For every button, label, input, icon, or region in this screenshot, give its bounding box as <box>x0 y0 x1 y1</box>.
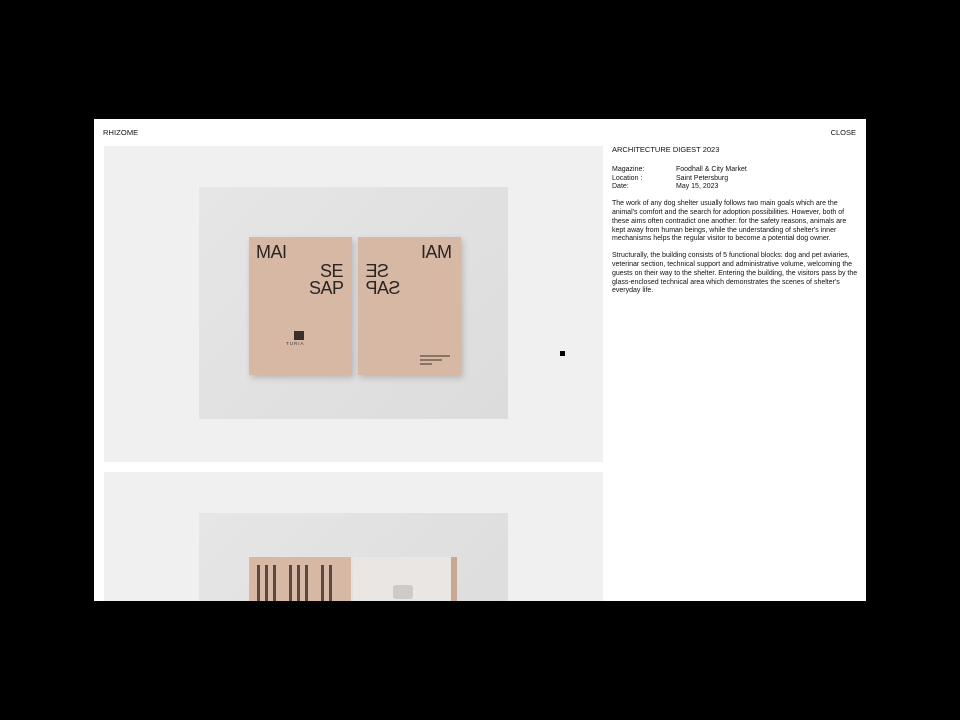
article-paragraph: Structurally, the building consists of 5… <box>612 252 858 295</box>
meta-key: Date: <box>612 183 629 191</box>
cover-text-mirrored: SAP <box>366 278 401 298</box>
modal-window: RHIZOME CLOSE MAI SE SAP TURIA IAM SE SA… <box>94 119 866 601</box>
cover-text: MAI <box>256 242 287 262</box>
article-info: ARCHITECTURE DIGEST 2023 Magazine: Foodh… <box>612 145 858 296</box>
photo-backdrop <box>199 513 508 601</box>
meta-value: Saint Petersburg <box>676 174 729 182</box>
spread-page-edge <box>451 557 457 601</box>
meta-row: Magazine: Foodhall & City Market <box>612 166 858 175</box>
gallery-image-covers[interactable]: MAI SE SAP TURIA IAM SE SAP <box>104 146 603 462</box>
page-text-lines <box>329 565 332 601</box>
cursor-marker-icon <box>560 351 565 356</box>
publisher-logo-text: TURIA <box>286 341 305 346</box>
cover-fine-print <box>420 355 450 357</box>
open-magazine-spread <box>249 557 457 601</box>
brand-logo[interactable]: RHIZOME <box>103 128 138 137</box>
page-text-lines <box>305 565 308 601</box>
page-text-lines <box>273 565 276 601</box>
page-text-lines <box>257 565 260 601</box>
page-text-lines <box>297 565 300 601</box>
meta-row: Location : Saint Petersburg <box>612 175 858 184</box>
meta-key: Magazine: <box>612 165 645 173</box>
cover-fine-print <box>420 363 432 365</box>
gallery-image-spread[interactable] <box>104 472 603 601</box>
spread-right-page <box>353 557 451 601</box>
article-title: ARCHITECTURE DIGEST 2023 <box>612 145 720 154</box>
publisher-logo-icon <box>294 331 304 340</box>
spread-left-page <box>249 557 351 601</box>
cover-text: SAP <box>309 278 344 298</box>
meta-key: Location : <box>612 174 643 182</box>
page-illustration <box>393 585 413 599</box>
page-text-lines <box>265 565 268 601</box>
close-button[interactable]: CLOSE <box>831 128 856 137</box>
cover-text: IAM <box>421 242 452 262</box>
magazine-cover-right: IAM SE SAP <box>358 237 461 375</box>
magazine-cover-left: MAI SE SAP TURIA <box>249 237 352 375</box>
meta-value: May 15, 2023 <box>676 183 719 191</box>
cover-fine-print <box>420 359 442 361</box>
page-text-lines <box>289 565 292 601</box>
article-paragraph: The work of any dog shelter usually foll… <box>612 200 847 243</box>
meta-row: Date: May 15, 2023 <box>612 183 858 192</box>
article-meta: Magazine: Foodhall & City Market Locatio… <box>612 166 858 192</box>
page-text-lines <box>321 565 324 601</box>
meta-value: Foodhall & City Market <box>676 165 747 173</box>
photo-backdrop: MAI SE SAP TURIA IAM SE SAP <box>199 187 508 419</box>
